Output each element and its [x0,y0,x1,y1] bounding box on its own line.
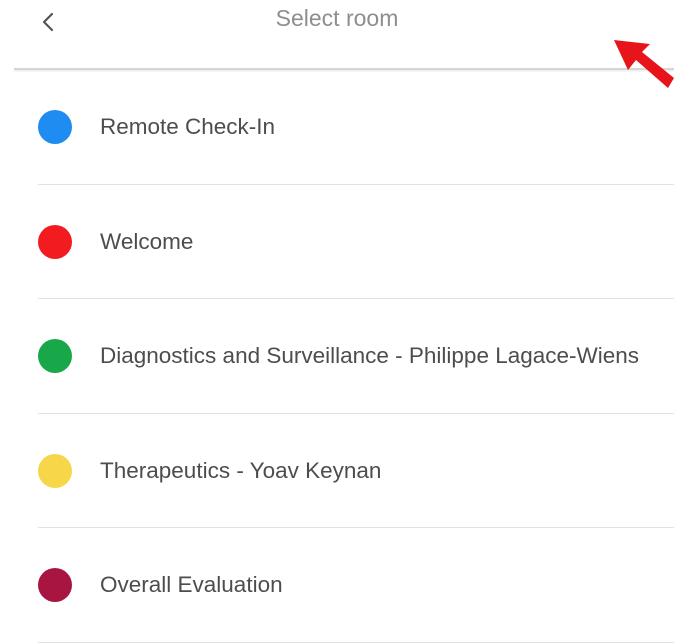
room-label: Diagnostics and Surveillance - Philippe … [100,343,640,368]
room-label: Therapeutics - Yoav Keynan [100,457,382,483]
page-title: Select room [275,5,399,31]
room-label: Remote Check-In [100,114,276,139]
room-item-remote-check-in[interactable]: Remote Check-In [0,70,674,185]
room-color-dot [38,110,72,144]
room-list: Remote Check-In Welcome Diagnostics and … [0,70,674,643]
room-item-diagnostics-and-surveillance[interactable]: Diagnostics and Surveillance - Philippe … [0,299,674,414]
room-color-dot [38,224,72,259]
room-divider [38,641,674,643]
select-room-screen: Select room Remote Check-In Welcome Diag… [0,0,674,644]
room-item-overall-evaluation[interactable]: Overall Evaluation [0,528,674,643]
room-item-therapeutics[interactable]: Therapeutics - Yoav Keynan [0,414,674,528]
room-color-dot [38,339,72,373]
room-label: Welcome [100,228,194,254]
header: Select room [0,0,674,68]
room-label: Overall Evaluation [100,572,283,597]
room-item-welcome[interactable]: Welcome [0,185,674,299]
room-color-dot [38,453,72,488]
room-color-dot [38,568,72,602]
